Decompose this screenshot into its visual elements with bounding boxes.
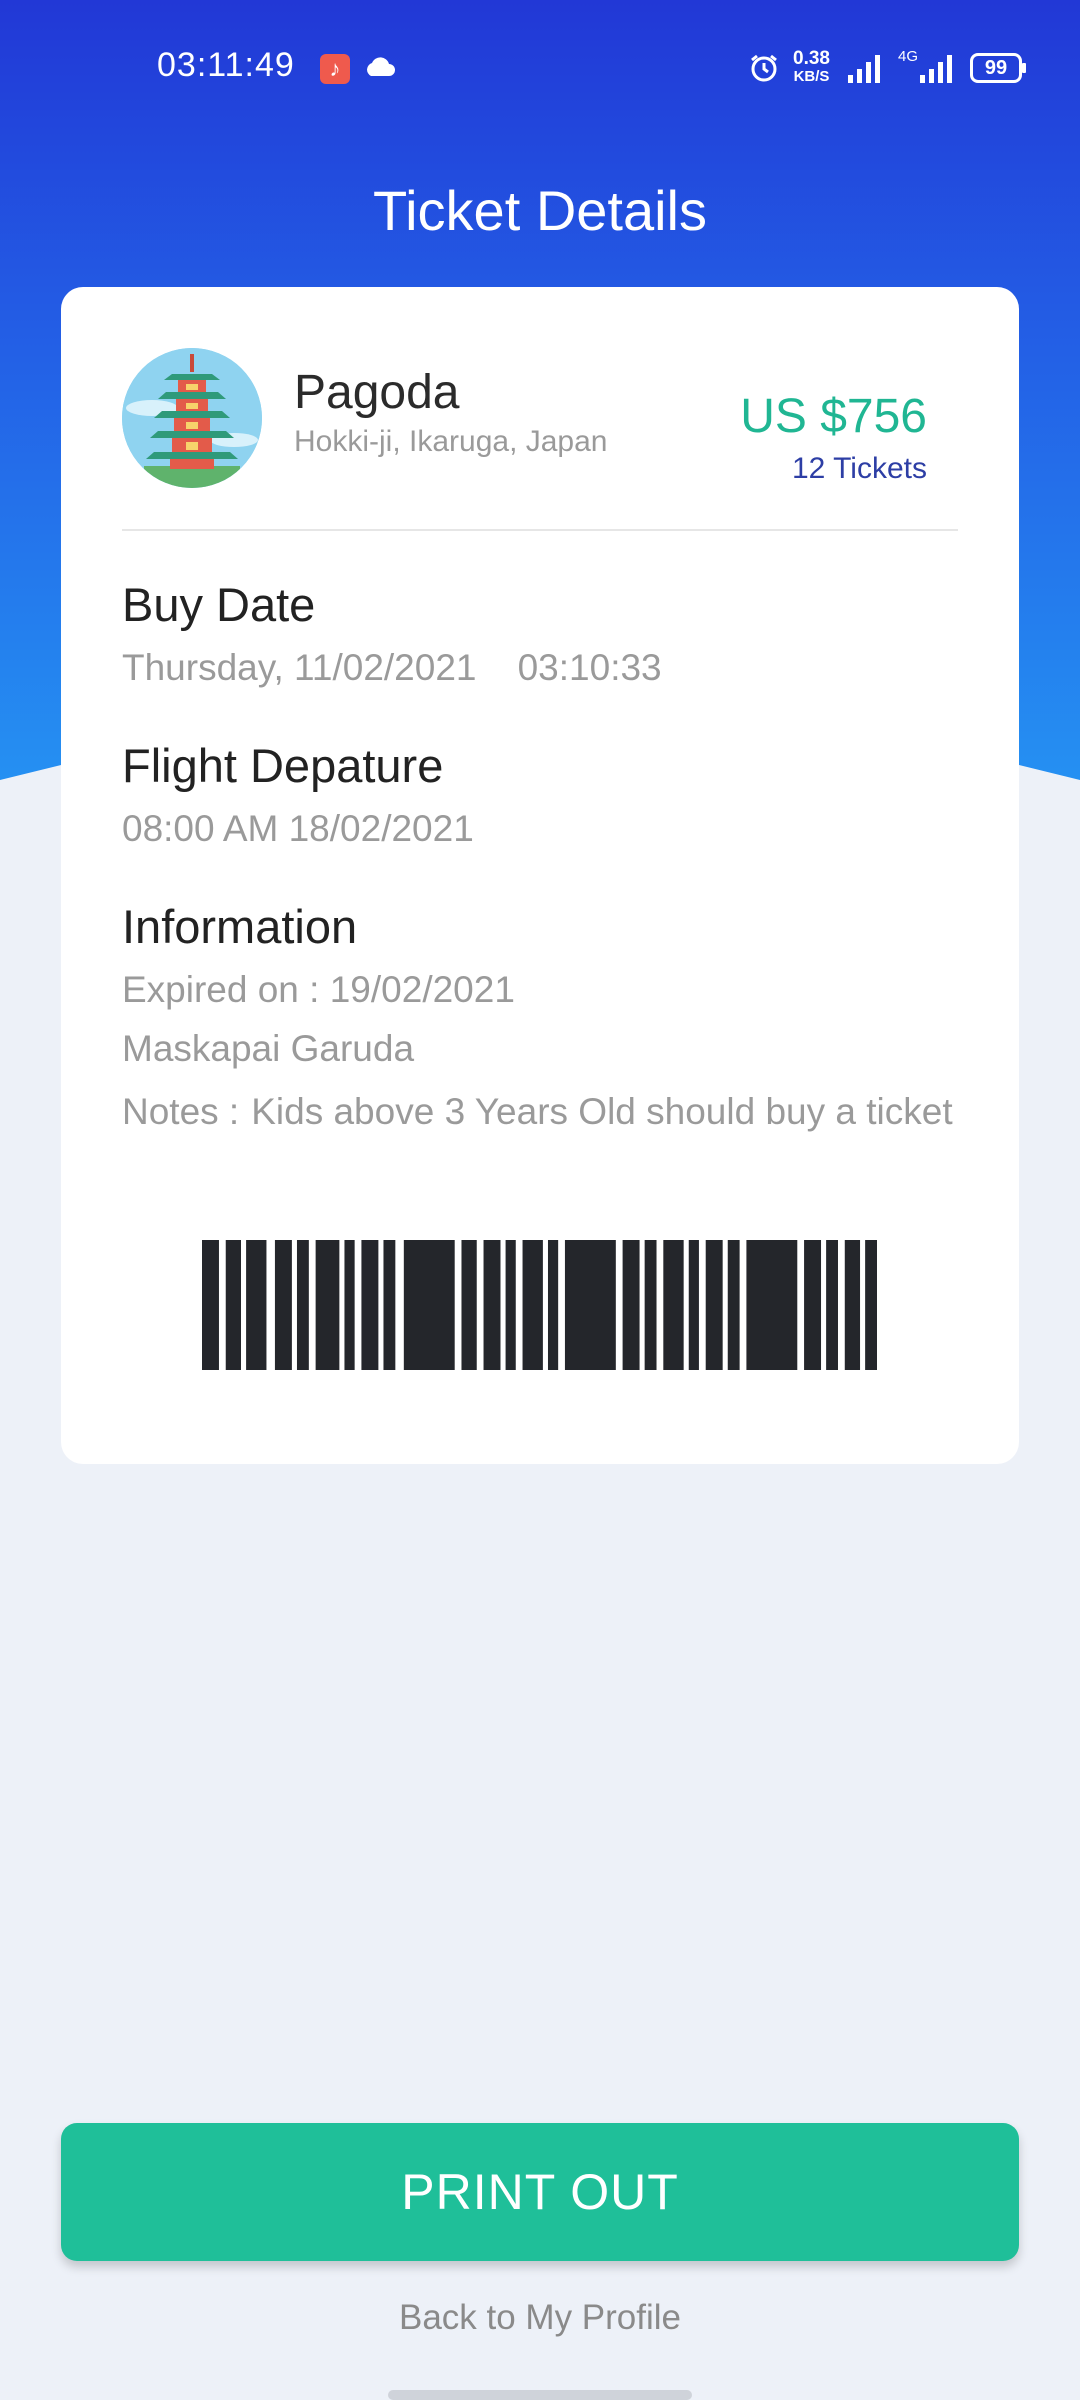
network-speed: 0.38 KB/S (793, 48, 830, 86)
buy-date-value: Thursday, 11/02/2021 03:10:33 (122, 647, 662, 688)
back-to-profile-link[interactable]: Back to My Profile (0, 2298, 1080, 2338)
ticket-count: 12 Tickets (791, 452, 927, 485)
flight-departure-label: Flight Depature (122, 739, 444, 792)
barcode-bar (225, 1240, 241, 1370)
notes: Notes : Kids above 3 Years Old should bu… (122, 1089, 962, 1134)
barcode-bar (246, 1240, 267, 1370)
music-app-icon: ♪ (320, 54, 350, 84)
barcode-bar (505, 1240, 516, 1370)
barcode-bar (688, 1240, 699, 1370)
cloud-icon (367, 57, 395, 76)
barcode-bar (865, 1240, 877, 1370)
barcode-bar (804, 1240, 822, 1370)
barcode-bar (622, 1240, 640, 1370)
status-icons: 0.38 KB/S 4G 99 (749, 46, 1026, 90)
airline-name: Maskapai Garuda (122, 1028, 415, 1069)
barcode-bar (705, 1240, 723, 1370)
barcode-bar (826, 1240, 838, 1370)
cellular-signal-icon (847, 55, 880, 83)
barcode-bar (564, 1240, 616, 1370)
network-speed-unit: KB/S (793, 68, 830, 85)
print-out-button[interactable]: PRINT OUT (61, 2123, 1019, 2261)
barcode-bar (727, 1240, 740, 1370)
barcode-bar (547, 1240, 559, 1370)
information-label: Information (122, 900, 358, 953)
cellular-signal-icon-2 (920, 55, 952, 83)
barcode (202, 1240, 877, 1370)
barcode-bar (383, 1240, 396, 1370)
pagoda-icon (122, 348, 262, 488)
barcode-bar (663, 1240, 684, 1370)
barcode-bar (461, 1240, 477, 1370)
home-indicator[interactable] (388, 2390, 692, 2400)
expired-on: Expired on : 19/02/2021 (122, 969, 515, 1010)
place-location: Hokki-ji, Ikaruga, Japan (294, 425, 608, 458)
ticket-card: Pagoda Hokki-ji, Ikaruga, Japan US $756 … (61, 287, 1019, 1464)
network-type: 4G (897, 47, 918, 65)
barcode-bar (202, 1240, 219, 1370)
flight-departure-value: 08:00 AM 18/02/2021 (122, 808, 474, 849)
barcode-bar (344, 1240, 355, 1370)
page-title: Ticket Details (372, 179, 707, 242)
barcode-bar (403, 1240, 455, 1370)
divider (122, 529, 958, 531)
barcode-bar (746, 1240, 798, 1370)
notes-value: Kids above 3 Years Old should buy a tick… (251, 1091, 953, 1132)
barcode-bar (483, 1240, 501, 1370)
network-speed-value: 0.38 (793, 48, 830, 69)
barcode-bar (274, 1240, 292, 1370)
buy-date-label: Buy Date (122, 578, 316, 631)
status-bar: 03:11:49 ♪ 0.38 KB/S 4G 99 (0, 0, 1080, 136)
barcode-bar (315, 1240, 340, 1370)
ticket-price: US $756 (740, 390, 927, 443)
alarm-icon (751, 54, 777, 82)
barcode-bar (296, 1240, 309, 1370)
barcode-bar (644, 1240, 657, 1370)
place-name: Pagoda (294, 366, 460, 419)
status-time: 03:11:49 (157, 46, 295, 84)
notes-label: Notes : (122, 1091, 240, 1132)
barcode-bar (522, 1240, 543, 1370)
barcode-bar (361, 1240, 379, 1370)
battery-icon: 99 (970, 53, 1026, 83)
barcode-bar (844, 1240, 861, 1370)
